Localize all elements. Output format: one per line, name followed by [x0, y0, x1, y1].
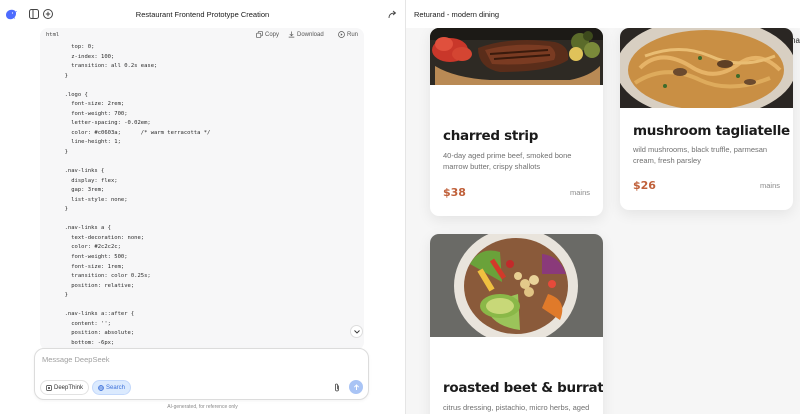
- dish-category: mains: [759, 181, 780, 190]
- dish-description: 40-day aged prime beef, smoked bone marr…: [443, 151, 572, 171]
- deepthink-label: DeepThink: [54, 384, 84, 391]
- download-icon: [288, 31, 295, 38]
- code-line: font-size: 2rem;: [58, 101, 125, 108]
- code-line: gap: 3rem;: [58, 187, 105, 194]
- menu-card[interactable]: charred strip 40-day aged prime beef, sm…: [430, 28, 603, 216]
- salad-photo: [430, 234, 603, 337]
- code-line: content: '';: [58, 320, 111, 327]
- copy-icon: [256, 31, 263, 38]
- preview-header: Returand - modern dining: [406, 0, 800, 28]
- code-line: color: #c0603a; /* warm terracotta */: [58, 129, 211, 136]
- chat-title: Restaurant Frontend Prototype Creation: [135, 10, 270, 19]
- deepthink-icon: [46, 384, 52, 391]
- message-composer: DeepThink Search: [34, 348, 369, 400]
- code-line: }: [58, 206, 68, 213]
- chat-pane: Restaurant Frontend Prototype Creation h…: [0, 0, 405, 414]
- code-line: .nav-links {: [58, 168, 105, 175]
- code-line: font-weight: 700;: [58, 110, 128, 117]
- send-button[interactable]: [349, 380, 363, 394]
- run-label: Run: [347, 31, 359, 38]
- search-label: Search: [106, 384, 126, 391]
- preview-title: Returand - modern dining: [414, 10, 500, 19]
- dish-price: $38: [443, 186, 466, 199]
- menu-card[interactable]: roasted beet & burrata citrus dressing, …: [430, 234, 603, 414]
- code-line: list-style: none;: [58, 196, 128, 203]
- chat-header: Restaurant Frontend Prototype Creation: [0, 0, 405, 28]
- code-line: z-index: 100;: [58, 53, 115, 60]
- search-toggle[interactable]: Search: [92, 380, 132, 395]
- code-line: text-decoration: none;: [58, 234, 145, 241]
- dish-name: charred strip: [443, 128, 539, 144]
- attachment-icon[interactable]: [333, 383, 341, 392]
- code-line: transition: color 0.25s;: [58, 273, 151, 280]
- dish-description: citrus dressing, pistachio, micro herbs,…: [443, 403, 590, 412]
- arrow-up-icon: [353, 383, 359, 390]
- deepthink-toggle[interactable]: DeepThink: [40, 380, 90, 395]
- code-line: position: relative;: [58, 282, 135, 289]
- code-line: color: #2c2c2c;: [58, 244, 121, 251]
- code-block: html Copy Download Run top: 0; z-index: …: [40, 28, 364, 350]
- run-button[interactable]: Run: [338, 31, 358, 38]
- pasta-photo: [620, 28, 793, 108]
- chevron-down-icon: [353, 329, 360, 334]
- dish-description: wild mushrooms, black truffle, parmesan …: [633, 145, 768, 165]
- ai-disclaimer: AI-generated, for reference only: [167, 404, 238, 410]
- code-line: font-weight: 500;: [58, 254, 128, 261]
- code-line: line-height: 1;: [58, 139, 121, 146]
- code-content: top: 0; z-index: 100; transition: all 0.…: [58, 43, 211, 349]
- code-line: transition: all 0.2s ease;: [58, 63, 158, 70]
- code-line: letter-spacing: -0.02em;: [58, 120, 151, 127]
- code-line: top: 0;: [58, 44, 95, 50]
- code-line: }: [58, 72, 68, 79]
- code-line: font-size: 1rem;: [58, 263, 125, 270]
- dish-category: mains: [569, 188, 590, 197]
- code-line: display: flex;: [58, 177, 118, 184]
- download-button[interactable]: Download: [288, 31, 324, 38]
- copy-button[interactable]: Copy: [256, 31, 279, 38]
- dish-name: roasted beet & burrata: [443, 380, 603, 396]
- download-label: Download: [297, 31, 324, 38]
- preview-pane: Returand - modern dining returand home m…: [388, 0, 800, 414]
- code-line: .nav-links a::after {: [58, 311, 135, 318]
- steak-photo: [430, 28, 603, 85]
- dish-price: $26: [633, 179, 656, 192]
- run-icon: [338, 31, 345, 38]
- message-input[interactable]: [42, 355, 322, 364]
- code-line: .nav-links a {: [58, 225, 111, 232]
- website-preview: returand home menu reserve journal: [406, 28, 800, 414]
- globe-icon: [98, 384, 104, 391]
- code-line: }: [58, 292, 68, 299]
- dish-name: mushroom tagliatelle: [633, 123, 790, 139]
- code-line: }: [58, 149, 68, 156]
- code-line: position: absolute;: [58, 330, 135, 337]
- scroll-to-bottom-button[interactable]: [350, 325, 363, 338]
- copy-label: Copy: [265, 31, 280, 38]
- code-language-label: html: [46, 32, 60, 38]
- code-line: .logo {: [58, 91, 88, 98]
- menu-card[interactable]: mushroom tagliatelle wild mushrooms, bla…: [620, 28, 793, 210]
